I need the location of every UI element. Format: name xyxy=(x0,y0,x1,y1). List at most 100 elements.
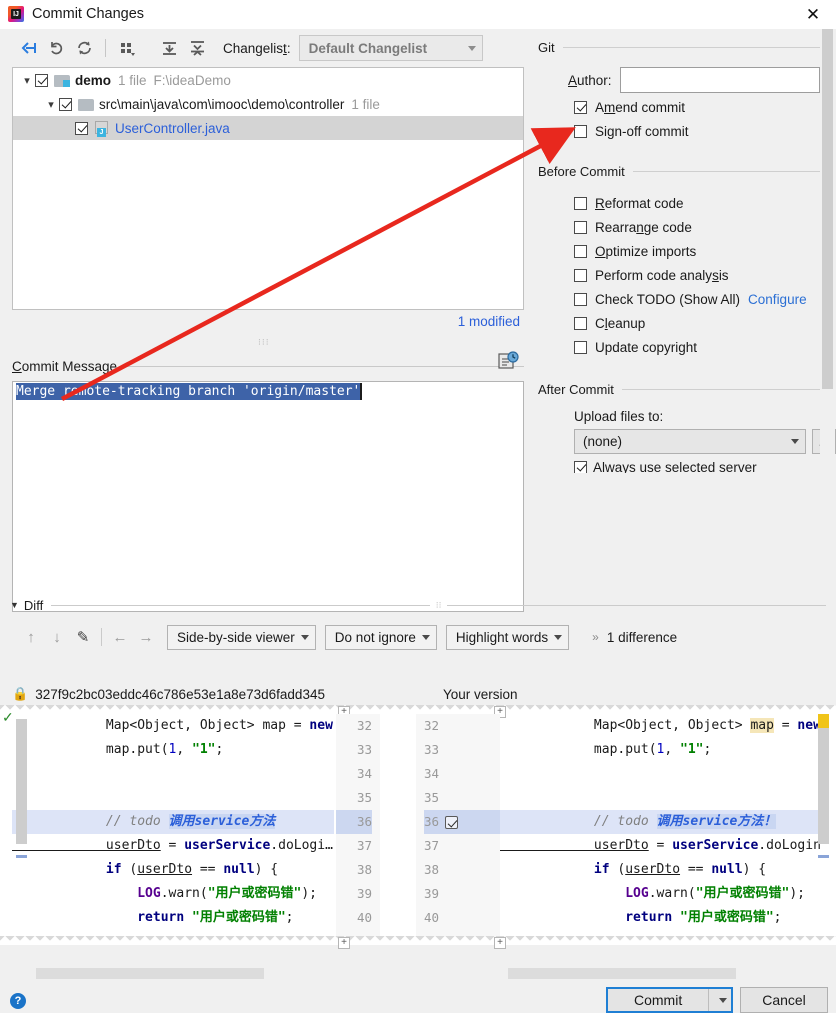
commit-button[interactable]: Commit xyxy=(608,989,708,1011)
splitter-handle[interactable]: ⁝⁝ xyxy=(430,600,448,611)
changelist-value: Default Changelist xyxy=(308,40,428,56)
tree-row-package[interactable]: src\main\java\com\imooc\demo\controller … xyxy=(13,92,523,116)
previous-difference-icon[interactable]: ↑ xyxy=(18,625,44,649)
tree-checkbox[interactable] xyxy=(75,121,88,135)
next-difference-icon[interactable]: ↓ xyxy=(44,625,70,649)
help-icon[interactable]: ? xyxy=(10,993,26,1009)
code-token: , xyxy=(176,742,193,757)
toolbar-separator xyxy=(101,628,102,646)
cleanup-checkbox[interactable] xyxy=(574,316,587,330)
sign-off-commit-row[interactable]: Sign-off commit xyxy=(532,119,836,143)
expand-all-icon[interactable] xyxy=(155,35,183,61)
changelist-dropdown[interactable]: Default Changelist xyxy=(298,35,483,61)
always-use-selected-server-checkbox[interactable] xyxy=(574,461,587,473)
ignore-mode-dropdown[interactable]: Do not ignore xyxy=(324,624,437,650)
always-use-selected-server-row[interactable]: Always use selected server xyxy=(532,461,836,473)
close-icon[interactable]: ✕ xyxy=(790,0,836,29)
sign-off-commit-checkbox[interactable] xyxy=(574,124,587,138)
tree-checkbox[interactable] xyxy=(59,97,72,111)
line-number-label: 40 xyxy=(356,910,372,925)
chevron-down-icon[interactable] xyxy=(43,98,59,111)
diff-right-scrollbar-thumb[interactable] xyxy=(818,719,829,844)
difference-count-group: » 1 difference xyxy=(592,630,677,645)
before-commit-group-header: Before Commit xyxy=(532,161,836,181)
code-token: if xyxy=(12,862,122,877)
check-todo-row[interactable]: Check TODO (Show All) Configure xyxy=(532,287,836,311)
rollback-icon[interactable] xyxy=(42,35,70,61)
code-token: .warn( xyxy=(648,886,696,901)
changed-files-tree[interactable]: demo 1 file F:\ideaDemo src\main\java\co… xyxy=(12,67,524,310)
code-token: == xyxy=(680,862,712,877)
commit-message-input[interactable]: Merge remote-tracking branch 'origin/mas… xyxy=(12,381,524,612)
tree-node-label: demo xyxy=(75,72,112,88)
amend-commit-checkbox[interactable] xyxy=(574,100,587,114)
accept-left-icon[interactable]: ← xyxy=(107,625,133,649)
ignore-mode-value: Do not ignore xyxy=(334,629,416,645)
code-token: 调用service方法！ xyxy=(656,814,777,829)
code-token: map.put( xyxy=(12,742,169,757)
tree-row-module[interactable]: demo 1 file F:\ideaDemo xyxy=(13,68,523,92)
accept-right-icon[interactable]: → xyxy=(133,625,159,649)
author-input[interactable] xyxy=(619,67,820,93)
cleanup-row[interactable]: Cleanup xyxy=(532,311,836,335)
update-copyright-row[interactable]: Update copyright xyxy=(532,335,836,359)
rearrange-code-checkbox[interactable] xyxy=(574,220,587,234)
tree-row-file[interactable]: UserController.java xyxy=(13,116,523,140)
highlight-mode-dropdown[interactable]: Highlight words xyxy=(445,624,570,650)
move-to-another-changelist-icon[interactable] xyxy=(14,35,42,61)
rearrange-code-row[interactable]: Rearrange code xyxy=(532,215,836,239)
expand-toolbar-icon[interactable]: » xyxy=(592,630,599,644)
chevron-down-icon[interactable]: ▼ xyxy=(10,600,19,610)
configure-todo-link[interactable]: Configure xyxy=(748,292,807,307)
diff-gutter-left[interactable]: 32 33 34 35 36 37 38 39 40 xyxy=(336,714,380,936)
code-token: == xyxy=(192,862,224,877)
diff-line-left xyxy=(12,786,334,810)
refresh-icon[interactable] xyxy=(70,35,98,61)
diff-left-scrollbar-thumb[interactable] xyxy=(16,719,27,844)
splitter-handle[interactable]: ⁝⁝⁝ xyxy=(258,338,282,347)
code-token: ) { xyxy=(742,862,767,877)
line-number-label: 37 xyxy=(424,838,440,853)
perform-code-analysis-checkbox[interactable] xyxy=(574,268,587,282)
collapse-all-icon[interactable] xyxy=(183,35,211,61)
reformat-code-checkbox[interactable] xyxy=(574,196,587,210)
diff-gutter-right[interactable]: 32 33 34 35 36 37 38 39 40 xyxy=(416,714,500,936)
chevron-down-icon[interactable] xyxy=(709,989,731,1011)
upload-target-row: (none) ... xyxy=(532,429,836,454)
optimize-imports-row[interactable]: Optimize imports xyxy=(532,239,836,263)
expand-fold-bottom-left-icon[interactable]: + xyxy=(338,937,350,949)
expand-fold-bottom-right-icon[interactable]: + xyxy=(494,937,506,949)
upload-server-dropdown[interactable]: (none) xyxy=(574,429,807,454)
cancel-button[interactable]: Cancel xyxy=(740,987,828,1013)
diff-accept-checkbox[interactable] xyxy=(445,816,459,829)
diff-section-header[interactable]: ▼ Diff ⁝⁝ xyxy=(0,594,836,616)
reformat-code-row[interactable]: Reformat code xyxy=(532,191,836,215)
diff-line-number: 38 xyxy=(336,858,372,882)
after-commit-group-title: After Commit xyxy=(538,381,614,397)
options-scrollbar-thumb[interactable] xyxy=(822,29,833,389)
tree-checkbox[interactable] xyxy=(35,73,48,87)
commit-message-history-icon[interactable] xyxy=(498,351,520,371)
code-token: if xyxy=(500,862,610,877)
divider xyxy=(125,365,524,367)
chevron-down-icon[interactable] xyxy=(19,74,35,87)
amend-commit-row[interactable]: Amend commit xyxy=(532,95,836,119)
edit-source-icon[interactable]: ✎ xyxy=(70,625,96,649)
diff-line-right: map.put(1, "1"; xyxy=(500,738,820,762)
group-by-icon[interactable] xyxy=(113,35,141,61)
diff-line-number: 34 xyxy=(424,762,500,786)
code-token: , xyxy=(664,742,681,757)
commit-button-group[interactable]: Commit xyxy=(606,987,734,1013)
diff-pane-left[interactable]: Map<Object, Object> map = new map.put(1,… xyxy=(12,714,334,936)
perform-code-analysis-row[interactable]: Perform code analysis xyxy=(532,263,836,287)
diff-pane-right[interactable]: Map<Object, Object> map = new Ha… map.pu… xyxy=(500,714,820,936)
check-todo-checkbox[interactable] xyxy=(574,292,587,306)
options-scrollbar[interactable] xyxy=(820,29,835,594)
viewer-mode-dropdown[interactable]: Side-by-side viewer xyxy=(167,624,316,650)
diff-line-number: 37 xyxy=(336,834,372,858)
optimize-imports-checkbox[interactable] xyxy=(574,244,587,258)
update-copyright-checkbox[interactable] xyxy=(574,340,587,354)
diff-fold-bottom[interactable] xyxy=(0,936,836,945)
diff-fold-top[interactable] xyxy=(0,705,836,714)
code-token: ) { xyxy=(254,862,279,877)
